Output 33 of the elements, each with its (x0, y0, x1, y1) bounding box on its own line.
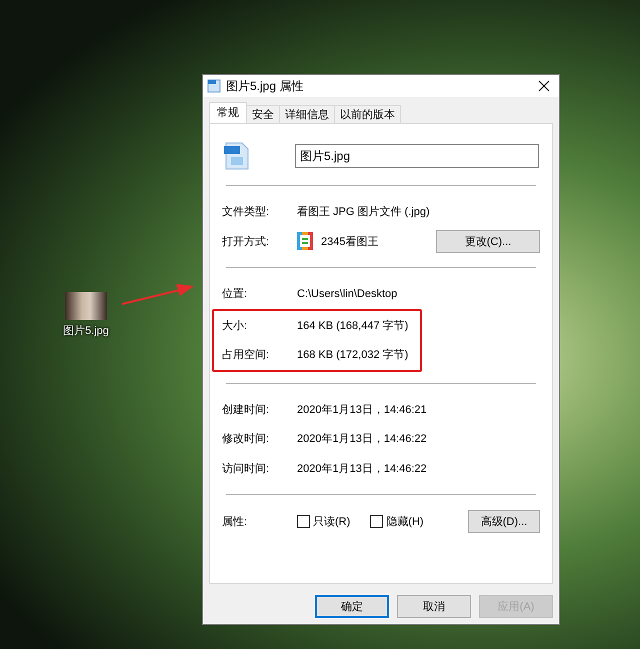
field-value: 2020年1月13日，14:46:22 (297, 432, 428, 446)
dialog-button[interactable]: 取消 (397, 595, 471, 618)
field-label: 属性: (222, 514, 248, 528)
field-value: 164 KB (168,447 字节) (297, 318, 410, 333)
field-label: 访问时间: (222, 462, 270, 476)
field-value: C:\Users\lin\Desktop (297, 288, 398, 300)
tab[interactable]: 以前的版本 (334, 105, 401, 123)
field-label: 文件类型: (222, 204, 270, 220)
checkbox[interactable] (370, 514, 384, 528)
field-label: 占用空间: (222, 348, 270, 362)
field-label: 大小: (222, 318, 248, 333)
image-thumbnail[interactable] (65, 292, 107, 320)
file-name-field[interactable]: 图片5.jpg (295, 144, 539, 168)
field-value: 2020年1月13日，14:46:22 (297, 462, 428, 476)
tab[interactable]: 常规 (209, 102, 247, 123)
field-value: 2020年1月13日，14:46:21 (297, 402, 428, 417)
field-value: 168 KB (172,032 字节) (297, 348, 410, 362)
dialog-button[interactable]: 确定 (315, 595, 389, 618)
field-value: 2345看图王 (321, 234, 380, 249)
field-label: 位置: (222, 287, 248, 302)
field-label: 创建时间: (222, 402, 270, 417)
advanced-button[interactable]: 高级(D)... (468, 510, 540, 532)
checkbox-label[interactable]: 只读(R) (313, 514, 350, 528)
desktop-icon-label[interactable]: 图片5.jpg (63, 323, 109, 338)
checkbox-label[interactable]: 隐藏(H) (386, 514, 424, 528)
field-label: 修改时间: (222, 432, 270, 446)
field-value: 看图王 JPG 图片文件 (.jpg) (297, 204, 431, 220)
checkbox[interactable] (297, 514, 310, 528)
window-title: 图片5.jpg 属性 (226, 78, 304, 94)
change-button[interactable]: 更改(C)... (436, 230, 540, 253)
image-file-icon (207, 79, 221, 93)
app-icon (297, 232, 313, 250)
field-label: 打开方式: (222, 234, 270, 249)
